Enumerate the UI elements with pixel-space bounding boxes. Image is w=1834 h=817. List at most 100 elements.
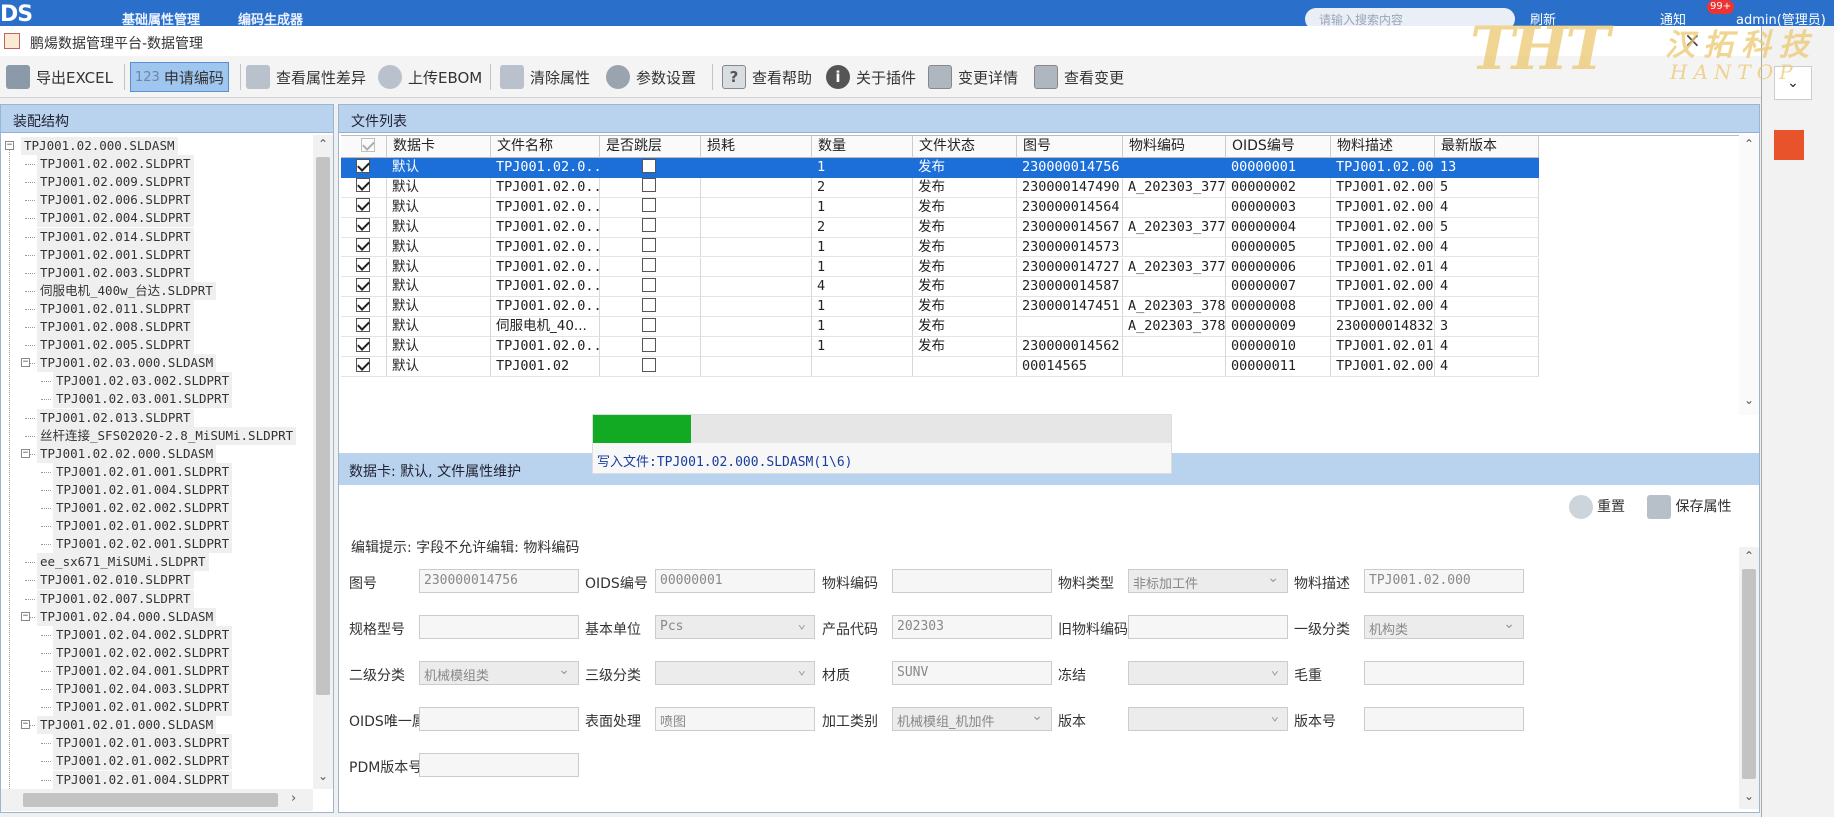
view-diff-button[interactable]: 查看属性差异 [246, 62, 366, 92]
close-button[interactable]: × [1684, 28, 1701, 52]
skip-level-checkbox[interactable] [642, 297, 656, 312]
row-checkbox[interactable] [356, 277, 370, 292]
cell-checkbox[interactable] [341, 177, 387, 198]
cell-skip-level[interactable] [600, 237, 701, 258]
form-vertical-scrollbar[interactable]: ⌃ ⌄ [1739, 547, 1759, 809]
field-input[interactable] [1364, 707, 1524, 731]
column-header-material-code[interactable]: 物料编码 [1123, 136, 1226, 158]
skip-level-checkbox[interactable] [642, 277, 656, 292]
tree-node[interactable]: TPJ001.02.02.001.SLDPRT [53, 535, 233, 554]
cell-checkbox[interactable] [341, 158, 387, 178]
cell-skip-level[interactable] [600, 177, 701, 198]
tree-node[interactable]: TPJ001.02.014.SLDPRT [37, 227, 194, 246]
cell-skip-level[interactable] [600, 197, 701, 218]
scroll-up-icon[interactable]: ⌃ [1739, 137, 1759, 151]
tree-node[interactable]: TPJ001.02.03.002.SLDPRT [53, 372, 233, 391]
row-checkbox[interactable] [356, 258, 370, 272]
cell-checkbox[interactable] [341, 197, 387, 218]
skip-level-checkbox[interactable] [642, 238, 656, 253]
field-input[interactable] [1364, 661, 1524, 685]
field-input[interactable]: 202303 [892, 615, 1052, 639]
apply-code-button[interactable]: 123 申请编码 [130, 62, 229, 92]
scroll-up-icon[interactable]: ⌃ [313, 137, 333, 151]
tree-vertical-scrollbar[interactable]: ⌃ ⌄ [313, 135, 333, 789]
field-input[interactable] [419, 753, 579, 777]
field-select[interactable]: Pcs [655, 615, 815, 639]
scroll-thumb[interactable] [1742, 569, 1756, 779]
field-input[interactable] [419, 707, 579, 731]
cell-skip-level[interactable] [600, 297, 701, 318]
cell-checkbox[interactable] [341, 297, 387, 318]
tree-node[interactable]: ee_sx671_MiSUMi.SLDPRT [37, 553, 209, 572]
tree-horizontal-scrollbar[interactable]: › [1, 789, 313, 811]
scroll-thumb[interactable] [23, 793, 278, 807]
change-detail-button[interactable]: 变更详情 [928, 62, 1018, 92]
field-input[interactable]: SUNV [892, 661, 1052, 685]
tree-node[interactable]: TPJ001.02.01.002.SLDPRT [53, 752, 233, 771]
collapse-icon[interactable]: − [21, 611, 30, 621]
field-select[interactable]: 机械模组_机加件 [892, 707, 1052, 731]
tree-node[interactable]: 丝杆连接_SFS02020-2.8_MiSUMi.SLDPRT [37, 426, 297, 445]
skip-level-checkbox[interactable] [642, 178, 656, 193]
field-input[interactable] [419, 615, 579, 639]
tree-node[interactable]: TPJ001.02.03.000.SLDASM [37, 354, 217, 373]
tree-node[interactable]: TPJ001.02.002.SLDPRT [37, 155, 194, 174]
tree-node[interactable]: TPJ001.02.03.001.SLDPRT [53, 390, 233, 409]
cell-checkbox[interactable] [341, 277, 387, 298]
tree-node[interactable]: TPJ001.02.007.SLDPRT [37, 589, 194, 608]
field-select[interactable] [655, 661, 815, 685]
tree-node[interactable]: TPJ001.02.04.003.SLDPRT [53, 680, 233, 698]
reset-button[interactable]: 重置 [1569, 495, 1625, 519]
column-header-drawing-no[interactable]: 图号 [1017, 136, 1123, 158]
cell-skip-level[interactable] [600, 158, 701, 178]
tree-node[interactable]: TPJ001.02.01.003.SLDPRT [53, 734, 233, 753]
column-header-checkbox[interactable] [341, 136, 387, 158]
field-input[interactable] [1128, 615, 1288, 639]
cell-skip-level[interactable] [600, 357, 701, 377]
tree-node[interactable]: TPJ001.02.011.SLDPRT [37, 299, 194, 318]
collapse-icon[interactable]: − [21, 448, 30, 458]
skip-level-checkbox[interactable] [642, 337, 656, 352]
cell-checkbox[interactable] [341, 217, 387, 238]
column-header-loss[interactable]: 损耗 [701, 136, 812, 158]
cell-checkbox[interactable] [341, 317, 387, 338]
tree-node[interactable]: TPJ001.02.02.000.SLDASM [37, 444, 217, 463]
field-input[interactable] [892, 569, 1052, 593]
field-input[interactable]: 00000001 [655, 569, 815, 593]
field-select[interactable] [1128, 661, 1288, 685]
column-header-file-name[interactable]: 文件名称 [491, 136, 600, 158]
tree-node[interactable]: TPJ001.02.009.SLDPRT [37, 173, 194, 192]
tree-node[interactable]: TPJ001.02.004.SLDPRT [37, 209, 194, 228]
tree-node[interactable]: TPJ001.02.01.001.SLDPRT [53, 462, 233, 481]
column-header-latest-version[interactable]: 最新版本 [1435, 136, 1539, 158]
about-plugin-button[interactable]: i 关于插件 [826, 62, 916, 92]
clear-attrs-button[interactable]: 清除属性 [500, 62, 590, 92]
column-header-quantity[interactable]: 数量 [812, 136, 913, 158]
cell-checkbox[interactable] [341, 237, 387, 258]
collapse-icon[interactable]: − [21, 720, 30, 730]
tree-node[interactable]: TPJ001.02.001.SLDPRT [37, 245, 194, 264]
tree-node[interactable]: TPJ001.02.010.SLDPRT [37, 571, 194, 590]
skip-level-checkbox[interactable] [642, 258, 656, 272]
view-change-button[interactable]: 查看变更 [1034, 62, 1124, 92]
tree-node[interactable]: TPJ001.02.04.001.SLDPRT [53, 661, 233, 680]
field-select[interactable]: 机械模组类 [419, 661, 579, 685]
field-input[interactable]: 喷图 [655, 707, 815, 731]
tree-node[interactable]: TPJ001.02.006.SLDPRT [37, 191, 194, 210]
scroll-right-icon[interactable]: › [291, 791, 296, 806]
collapse-icon[interactable]: − [21, 358, 30, 368]
chevron-down-icon[interactable]: ⌄ [1774, 66, 1812, 100]
cell-checkbox[interactable] [341, 337, 387, 357]
column-header-skip-level[interactable]: 是否跳层 [600, 136, 701, 158]
row-checkbox[interactable] [356, 238, 370, 253]
column-header-status[interactable]: 文件状态 [913, 136, 1017, 158]
tree-node[interactable]: TPJ001.02.01.002.SLDPRT [53, 517, 233, 536]
row-checkbox[interactable] [356, 317, 370, 332]
scroll-down-icon[interactable]: ⌄ [1739, 393, 1759, 407]
upload-ebom-button[interactable]: 上传EBOM [378, 62, 482, 92]
cell-skip-level[interactable] [600, 257, 701, 278]
save-attrs-button[interactable]: 保存属性 [1647, 495, 1731, 519]
tree-node[interactable]: TPJ001.02.003.SLDPRT [37, 263, 194, 282]
tree-node[interactable]: TPJ001.02.01.000.SLDASM [37, 716, 217, 735]
cell-skip-level[interactable] [600, 317, 701, 338]
